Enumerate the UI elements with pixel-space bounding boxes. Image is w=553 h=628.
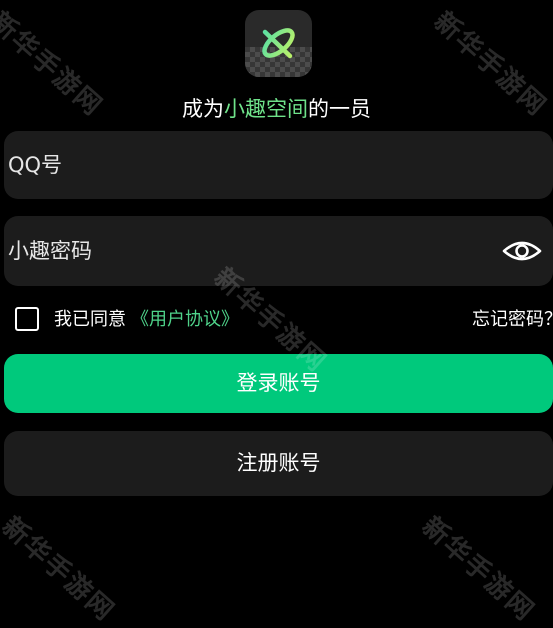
watermark: 新华手游网 bbox=[415, 511, 541, 628]
password-input[interactable] bbox=[8, 216, 478, 286]
tagline-suffix: 的一员 bbox=[308, 97, 371, 121]
agreement-checkbox[interactable] bbox=[15, 307, 39, 331]
register-button[interactable]: 注册账号 bbox=[4, 431, 553, 496]
user-agreement-link[interactable]: 《用户协议》 bbox=[131, 308, 239, 332]
tagline: 成为小趣空间的一员 bbox=[0, 94, 553, 124]
orbit-x-logo-icon bbox=[262, 28, 295, 59]
eye-icon bbox=[502, 241, 542, 261]
app-logo bbox=[245, 10, 312, 77]
tagline-brand: 小趣空间 bbox=[224, 97, 308, 121]
watermark: 新华手游网 bbox=[0, 511, 121, 628]
tagline-prefix: 成为 bbox=[182, 97, 224, 121]
qq-field[interactable] bbox=[4, 131, 553, 199]
login-button[interactable]: 登录账号 bbox=[4, 354, 553, 413]
agreement-row: 我已同意 《用户协议》 忘记密码？ bbox=[0, 305, 553, 337]
password-field[interactable] bbox=[4, 216, 553, 286]
password-toggle-button[interactable] bbox=[501, 233, 543, 269]
forgot-password-link[interactable]: 忘记密码？ bbox=[472, 308, 553, 332]
qq-input[interactable] bbox=[8, 131, 478, 199]
agreement-label: 我已同意 bbox=[54, 309, 126, 330]
